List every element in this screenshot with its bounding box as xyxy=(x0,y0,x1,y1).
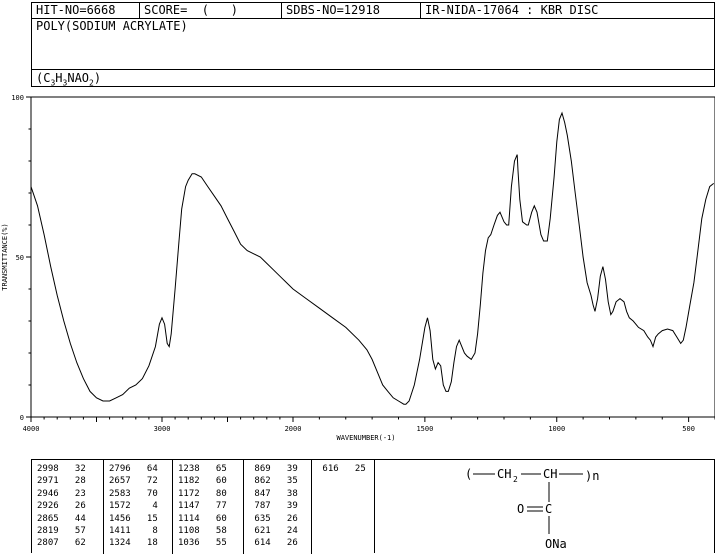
oxygen-label: O xyxy=(517,502,524,516)
ona-label: ONa xyxy=(545,537,567,551)
peak-row: 1114 60 xyxy=(178,513,227,524)
peak-row: 1036 55 xyxy=(178,538,227,549)
x-tick-label: 2000 xyxy=(285,425,302,433)
y-tick-label: 50 xyxy=(16,254,24,262)
peak-row: 1324 18 xyxy=(109,538,158,549)
x-tick-label: 3000 xyxy=(154,425,171,433)
peak-row: 2998 32 xyxy=(37,464,86,474)
y-axis-label: TRANSMITTANCE(%) xyxy=(1,223,9,290)
peak-row: 2865 44 xyxy=(37,513,86,524)
structure-box: ( CH 2 CH )n O C ONa xyxy=(374,459,715,553)
spectrum-line xyxy=(30,111,715,405)
x-axis-label: WAVENUMBER(-1) xyxy=(336,434,395,442)
x-tick-label: 1500 xyxy=(416,425,433,433)
plot-frame xyxy=(30,96,715,418)
peak-row: 635 26 xyxy=(249,513,298,524)
ch-label: CH xyxy=(543,467,557,481)
peak-row: 2796 64 xyxy=(109,464,158,474)
peak-column: 2796 64 2657 72 2583 70 1572 4 1456 15 1411 8… xyxy=(104,460,173,554)
peak-column: 869 39 862 35 847 38 787 39 635 26 621 2… xyxy=(244,460,312,554)
ch2-subscript: 2 xyxy=(513,475,518,484)
structure-diagram: ( CH 2 CH )n O C ONa xyxy=(465,467,599,551)
peak-row: 2946 23 xyxy=(37,488,86,499)
carbon-label: C xyxy=(545,502,552,516)
peak-column: 616 25 xyxy=(312,460,372,554)
repeat-close: )n xyxy=(585,469,599,483)
peak-row: 1456 15 xyxy=(109,513,158,524)
peak-row: 1411 8 xyxy=(109,525,158,536)
x-tick-label: 4000 xyxy=(23,425,40,433)
peak-table: 2998 32 2971 28 2946 23 2926 26 2865 44 2819 … xyxy=(31,459,375,554)
peak-row: 2971 28 xyxy=(37,476,86,487)
peak-row: 616 25 xyxy=(317,464,366,474)
peak-row: 621 24 xyxy=(249,525,298,536)
peak-row: 862 35 xyxy=(249,476,298,487)
peak-column: 1238 65 1182 60 1172 80 1147 77 1114 60 1108 … xyxy=(173,460,244,554)
peak-row: 2583 70 xyxy=(109,488,158,499)
x-tick-label: 500 xyxy=(682,425,695,433)
peak-row: 787 39 xyxy=(249,501,298,512)
peak-row: 847 38 xyxy=(249,488,298,499)
ir-spectrum-chart: 4000 3000 2000 1500 1000 500100500 WAVENUMBER… xyxy=(1,94,715,442)
x-tick-label: 1000 xyxy=(548,425,565,433)
peak-row: 1172 80 xyxy=(178,488,227,499)
ch2-label: CH xyxy=(497,467,511,481)
axis-tick-labels: 4000 3000 2000 1500 1000 500100500 xyxy=(11,94,695,433)
repeat-open: ( xyxy=(465,467,472,481)
peak-row: 2657 72 xyxy=(109,476,158,487)
peak-row: 2819 57 xyxy=(37,525,86,536)
peak-row: 1182 60 xyxy=(178,476,227,487)
peak-row: 1572 4 xyxy=(109,501,158,512)
peak-row: 2807 62 xyxy=(37,538,86,549)
peak-row: 614 26 xyxy=(249,538,298,549)
y-tick-label: 100 xyxy=(11,94,24,102)
peak-row: 1147 77 xyxy=(178,501,227,512)
peak-row: 2926 26 xyxy=(37,501,86,512)
y-tick-label: 0 xyxy=(20,414,24,422)
axis-ticks xyxy=(26,96,715,422)
peak-row: 1238 65 xyxy=(178,464,227,474)
peak-row: 869 39 xyxy=(249,464,298,474)
peak-column: 2998 32 2971 28 2946 23 2926 26 2865 44 2819 … xyxy=(32,460,104,554)
peak-row: 1108 58 xyxy=(178,525,227,536)
